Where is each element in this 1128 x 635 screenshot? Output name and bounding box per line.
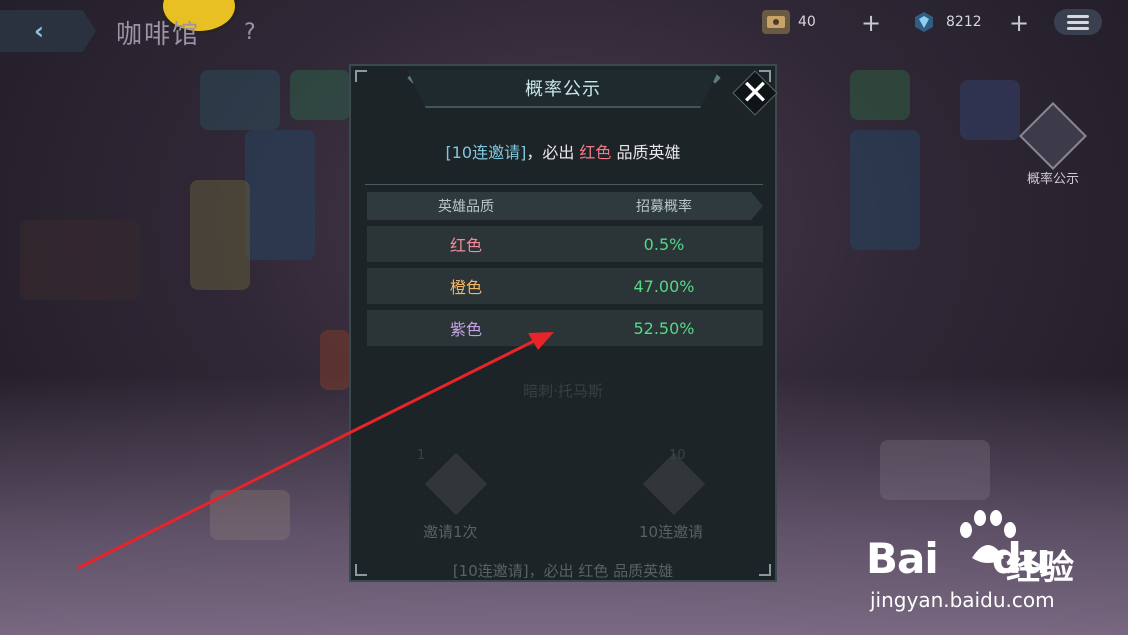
- watermark-url: jingyan.baidu.com: [870, 588, 1055, 612]
- watermark-cn: 经验: [1006, 548, 1074, 588]
- baidu-watermark: Bai du 经验 jingyan.baidu.com: [864, 508, 1128, 628]
